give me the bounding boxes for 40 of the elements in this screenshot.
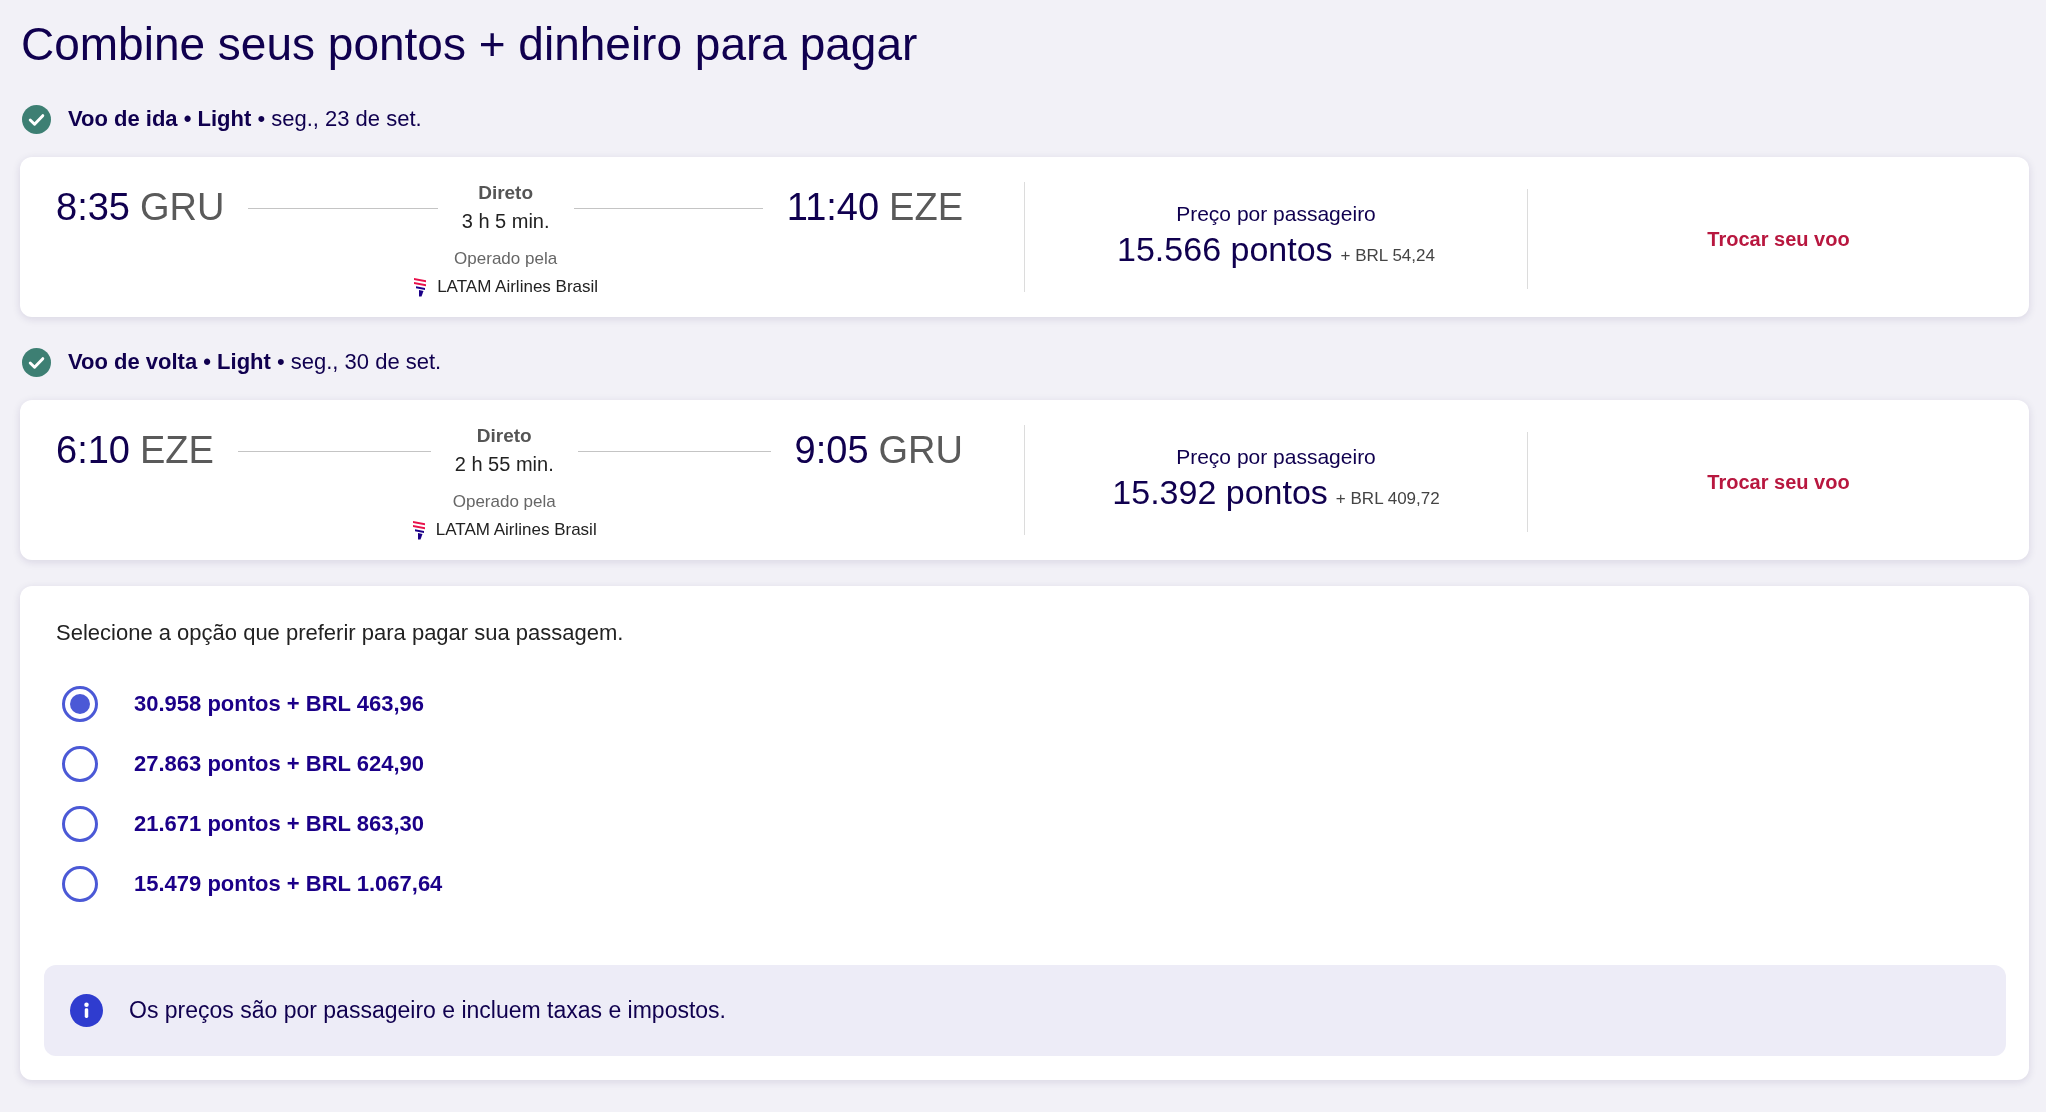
radio-button[interactable] [62,806,98,842]
airport-code: GRU [139,185,225,229]
stops-label: Direto [476,424,532,448]
radio-button[interactable] [62,866,98,902]
option-label: 21.671 pontos + BRL 863,30 [134,811,424,837]
flight-duration: 2 h 55 min. [454,452,554,477]
operated-by-label: Operado pela [452,491,556,513]
cash-price: + BRL 54,24 [1340,246,1435,266]
option-label: 27.863 pontos + BRL 624,90 [134,751,424,777]
radio-button[interactable] [62,746,98,782]
stops-label: Direto [478,181,534,205]
airline-logo-icon [413,277,428,297]
page-title: Combine seus pontos + dinheiro para pagar [20,17,918,72]
arrival-time: 9:05 [794,428,869,472]
info-icon [70,994,103,1027]
airport-code: GRU [878,428,963,472]
price-label: Preço por passageiro [1176,201,1376,227]
flight-heading: Voo de ida • Light • seg., 23 de set. [68,106,422,132]
operated-by-label: Operado pela [454,248,558,270]
airport-code: EZE [889,185,963,229]
airline-logo-icon [411,520,426,540]
flight-duration: 3 h 5 min. [461,209,550,234]
change-flight-link[interactable]: Trocar seu voo [1701,466,1856,498]
airline-name: LATAM Airlines Brasil [435,519,597,541]
arrival-time: 11:40 [786,185,880,229]
change-flight-link[interactable]: Trocar seu voo [1701,223,1856,255]
departure-time: 6:10 [56,428,130,472]
payment-prompt: Selecione a opção que preferir para pagar sua passagem. [55,619,624,647]
option-label: 15.479 pontos + BRL 1.067,64 [134,871,443,897]
radio-button[interactable] [62,686,98,722]
departure-time: 8:35 [56,185,130,229]
airline-name: LATAM Airlines Brasil [437,276,599,298]
option-label: 30.958 pontos + BRL 463,96 [134,691,424,717]
points-price: 15.566 pontos [1117,229,1333,270]
flight-heading: Voo de volta • Light • seg., 30 de set. [68,349,442,375]
cash-price: + BRL 409,72 [1335,489,1440,509]
price-label: Preço por passageiro [1176,444,1376,470]
info-text: Os preços são por passageiro e incluem taxas e impostos. [129,997,726,1024]
airport-code: EZE [139,428,214,472]
points-price: 15.392 pontos [1112,472,1328,513]
